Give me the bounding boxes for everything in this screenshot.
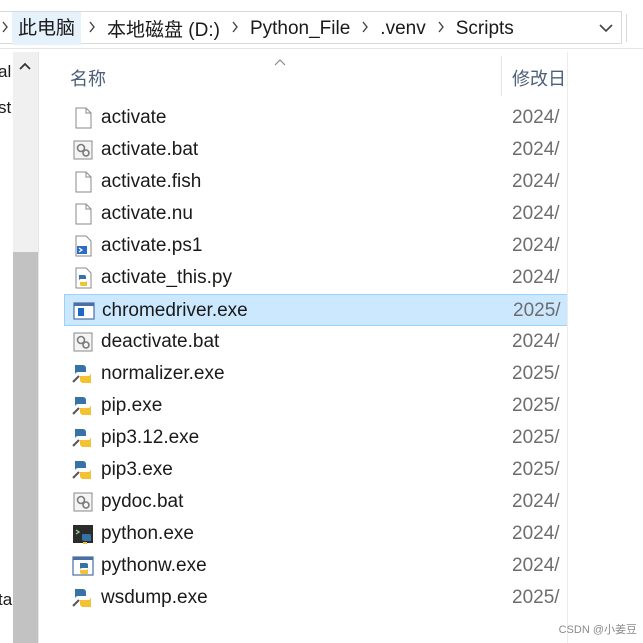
- breadcrumb-separator-chevron-icon[interactable]: [354, 20, 376, 38]
- breadcrumb-overflow-chevron-icon[interactable]: [0, 20, 12, 38]
- file-date-modified: 2025/: [513, 300, 561, 321]
- address-bar: 此电脑 本地磁盘 (D:) Python_File .venv Scripts: [0, 8, 643, 49]
- breadcrumb-separator-chevron-icon[interactable]: [81, 20, 103, 38]
- file-date-modified: 2025/: [512, 395, 560, 416]
- breadcrumb-separator-chevron-icon[interactable]: [430, 20, 452, 38]
- file-name: pydoc.bat: [101, 491, 184, 512]
- file-date-modified: 2024/: [512, 523, 560, 544]
- file-name: pip3.12.exe: [101, 427, 200, 448]
- python-exe-icon: [71, 362, 95, 386]
- file-row[interactable]: pythonw.exe 2024/: [64, 550, 568, 582]
- watermark: CSDN @小姜豆: [558, 624, 637, 636]
- file-row[interactable]: chromedriver.exe 2025/: [64, 294, 568, 326]
- file-date-modified: 2025/: [512, 459, 560, 480]
- application-exe-icon: [72, 299, 96, 323]
- nav-scrollbar[interactable]: [13, 52, 38, 643]
- batch-file-icon: [71, 330, 95, 354]
- file-row[interactable]: activate.bat 2024/: [64, 134, 568, 166]
- breadcrumb-this-pc[interactable]: 此电脑: [12, 12, 82, 45]
- file-date-modified: 2024/: [512, 267, 560, 288]
- file-name: normalizer.exe: [101, 363, 225, 384]
- file-name: wsdump.exe: [101, 587, 208, 608]
- pane-divider: [567, 52, 568, 643]
- file-name: activate.fish: [101, 171, 202, 192]
- file-date-modified: 2025/: [512, 427, 560, 448]
- nav-item-fragment[interactable]: st: [0, 98, 11, 118]
- file-row[interactable]: pydoc.bat 2024/: [64, 486, 568, 518]
- file-name: activate.bat: [101, 139, 199, 160]
- file-name: python.exe: [101, 523, 194, 544]
- file-row[interactable]: activate_this.py 2024/: [64, 262, 568, 294]
- file-date-modified: 2024/: [512, 139, 560, 160]
- blank-file-icon: [71, 170, 95, 194]
- chevron-down-icon: [599, 23, 613, 32]
- file-name: activate.nu: [101, 203, 193, 224]
- column-header-name[interactable]: 名称: [70, 65, 106, 91]
- file-date-modified: 2024/: [512, 171, 560, 192]
- python-window-exe-icon: [71, 554, 95, 578]
- python-exe-icon: [71, 458, 95, 482]
- sort-ascending-icon: [274, 53, 286, 71]
- file-name: activate: [101, 107, 167, 128]
- file-date-modified: 2024/: [512, 491, 560, 512]
- python-exe-icon: [71, 394, 95, 418]
- file-name: pythonw.exe: [101, 555, 207, 576]
- navigation-pane: al st ta: [0, 52, 39, 643]
- blank-file-icon: [71, 106, 95, 130]
- breadcrumb-venv[interactable]: .venv: [376, 18, 429, 40]
- file-row[interactable]: python.exe 2024/: [64, 518, 568, 550]
- file-row[interactable]: activate 2024/: [64, 102, 568, 134]
- file-row[interactable]: pip.exe 2025/: [64, 390, 568, 422]
- scroll-up-arrow-icon[interactable]: [18, 58, 32, 76]
- file-row[interactable]: pip3.12.exe 2025/: [64, 422, 568, 454]
- file-row[interactable]: wsdump.exe 2025/: [64, 582, 568, 614]
- breadcrumb-row: 此电脑 本地磁盘 (D:) Python_File .venv Scripts: [0, 12, 518, 45]
- file-row[interactable]: activate.ps1 2024/: [64, 230, 568, 262]
- file-name: pip3.exe: [101, 459, 173, 480]
- python-file-icon: [71, 266, 95, 290]
- file-row[interactable]: activate.nu 2024/: [64, 198, 568, 230]
- file-date-modified: 2024/: [512, 331, 560, 352]
- file-row[interactable]: normalizer.exe 2025/: [64, 358, 568, 390]
- python-exe-icon: [71, 426, 95, 450]
- file-date-modified: 2024/: [512, 107, 560, 128]
- file-date-modified: 2024/: [512, 555, 560, 576]
- breadcrumb-separator-chevron-icon[interactable]: [224, 20, 246, 38]
- file-date-modified: 2025/: [512, 587, 560, 608]
- scrollbar-thumb[interactable]: [13, 252, 38, 643]
- blank-file-icon: [71, 202, 95, 226]
- batch-file-icon: [71, 490, 95, 514]
- python-exe-icon: [71, 586, 95, 610]
- file-name: chromedriver.exe: [102, 300, 248, 321]
- file-list: 名称 修改日 activate 2024/activate.bat 2024/act…: [62, 52, 568, 643]
- python-console-exe-icon: [71, 522, 95, 546]
- column-header-row: 名称 修改日: [62, 52, 568, 96]
- nav-item-fragment[interactable]: al: [0, 62, 11, 82]
- address-history-dropdown-button[interactable]: [593, 12, 619, 43]
- breadcrumb-drive-d[interactable]: 本地磁盘 (D:): [103, 15, 224, 42]
- file-row[interactable]: activate.fish 2024/: [64, 166, 568, 198]
- file-row[interactable]: pip3.exe 2025/: [64, 454, 568, 486]
- column-divider[interactable]: [501, 56, 502, 96]
- file-name: deactivate.bat: [101, 331, 220, 352]
- file-date-modified: 2025/: [512, 363, 560, 384]
- column-header-date-modified[interactable]: 修改日: [512, 65, 568, 91]
- nav-item-fragment[interactable]: ta: [0, 590, 12, 610]
- breadcrumb[interactable]: 此电脑 本地磁盘 (D:) Python_File .venv Scripts: [0, 11, 622, 45]
- file-name: pip.exe: [101, 395, 163, 416]
- refresh-button[interactable]: [626, 14, 643, 42]
- file-row[interactable]: deactivate.bat 2024/: [64, 326, 568, 358]
- breadcrumb-scripts[interactable]: Scripts: [452, 18, 518, 40]
- file-date-modified: 2024/: [512, 235, 560, 256]
- breadcrumb-python-file[interactable]: Python_File: [246, 18, 354, 40]
- file-name: activate.ps1: [101, 235, 203, 256]
- powershell-script-icon: [71, 234, 95, 258]
- file-date-modified: 2024/: [512, 203, 560, 224]
- batch-file-icon: [71, 138, 95, 162]
- file-name: activate_this.py: [101, 267, 232, 288]
